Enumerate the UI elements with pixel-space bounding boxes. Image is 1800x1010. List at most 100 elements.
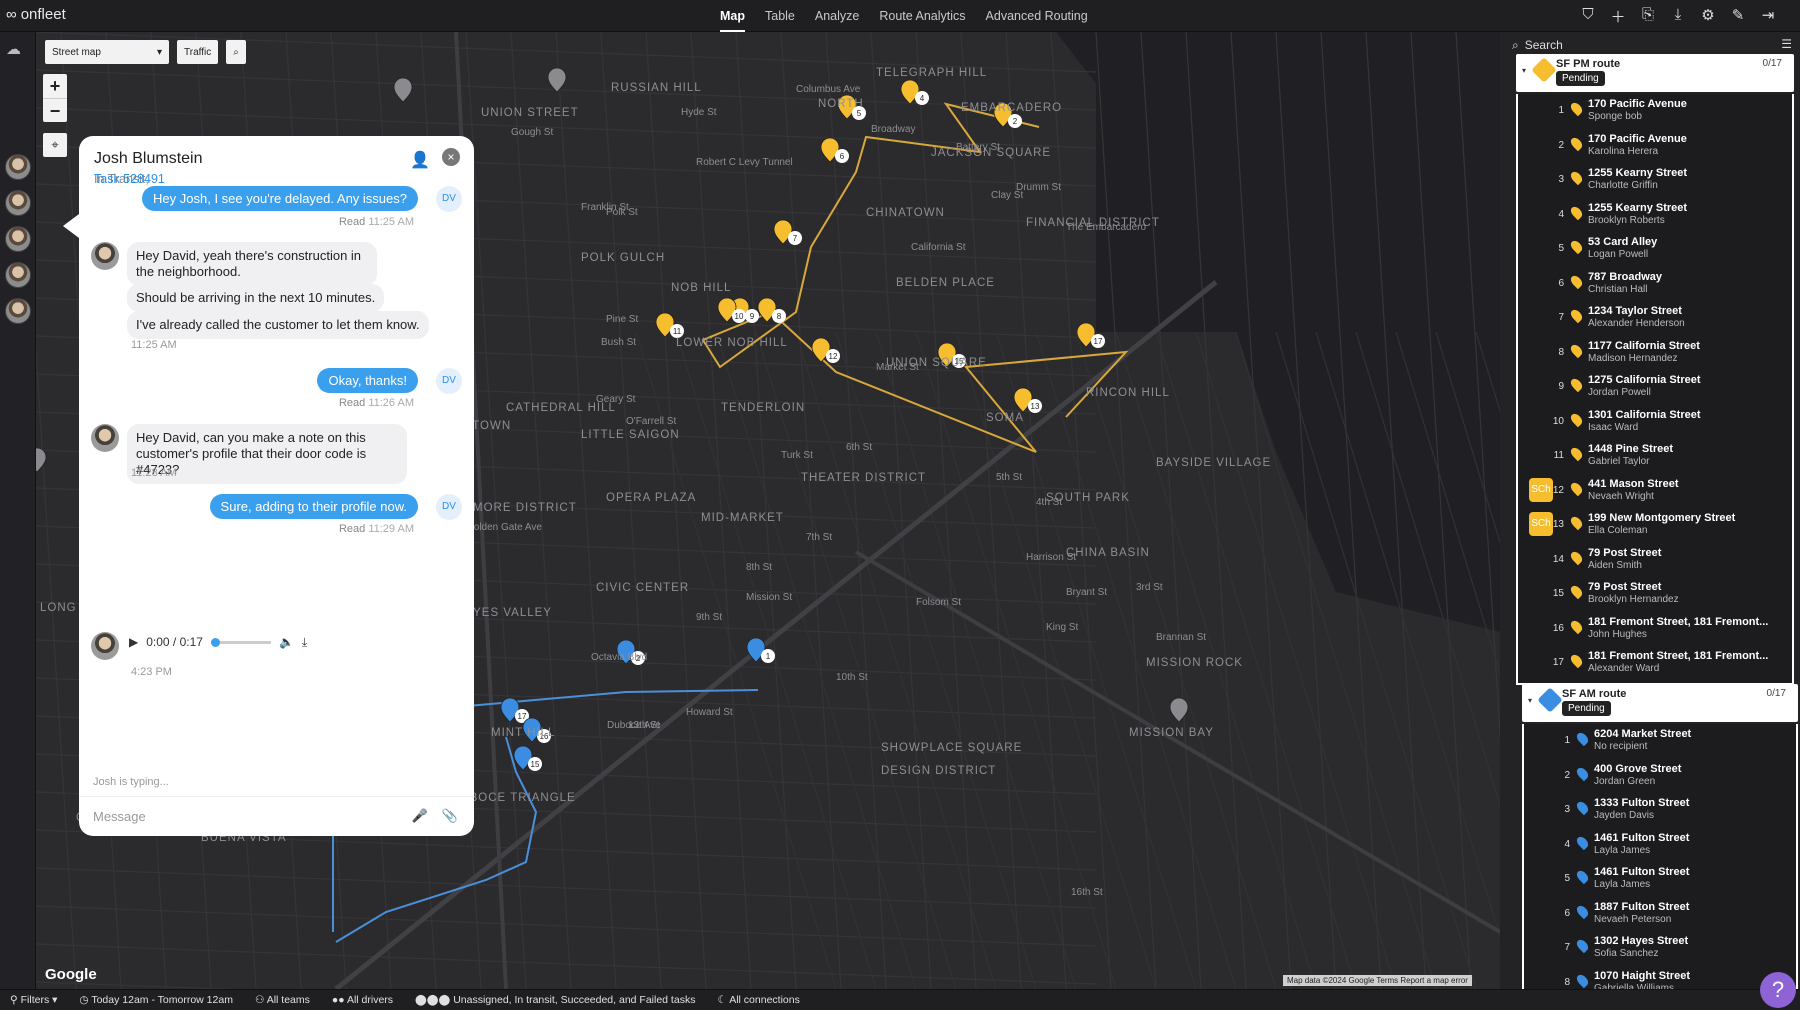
- message-time: 11:25 AM: [131, 339, 177, 351]
- task-row[interactable]: 5 53 Card Alley Logan Powell: [1518, 232, 1796, 266]
- location-pin-icon: [1568, 238, 1585, 255]
- filters-button[interactable]: ⚲ Filters ▾: [10, 994, 57, 1006]
- audio-scrubber[interactable]: [210, 637, 220, 647]
- audio-progress[interactable]: [210, 637, 271, 647]
- neighborhood-label: MID-MARKET: [701, 512, 784, 524]
- task-number: 1: [1558, 105, 1564, 116]
- collapse-caret-icon[interactable]: ▾: [1528, 696, 1532, 705]
- date-label: Today 12am - Tomorrow 12am: [91, 994, 233, 1006]
- download-icon[interactable]: ⤓: [302, 635, 307, 650]
- task-row[interactable]: 8 1177 California Street Madison Hernand…: [1518, 336, 1796, 370]
- task-row[interactable]: 3 1255 Kearny Street Charlotte Griffin: [1518, 163, 1796, 197]
- task-row[interactable]: 11 1448 Pine Street Gabriel Taylor: [1518, 439, 1796, 473]
- task-row[interactable]: 1 6204 Market Street No recipient: [1524, 724, 1800, 758]
- task-row[interactable]: 1 170 Pacific Avenue Sponge bob: [1518, 94, 1796, 128]
- connections-label: All connections: [729, 994, 800, 1006]
- paperclip-icon[interactable]: 📎: [442, 808, 458, 824]
- gear-icon[interactable]: ⚙: [1698, 6, 1718, 27]
- connections-filter[interactable]: ☾ All connections: [717, 994, 799, 1006]
- location-pin-icon: [1568, 135, 1585, 151]
- play-icon[interactable]: ▶: [129, 635, 138, 649]
- read-time: 11:29 AM: [368, 523, 414, 535]
- filter-bar: ⚲ Filters ▾ ◷ Today 12am - Tomorrow 12am…: [0, 989, 1800, 1010]
- task-row[interactable]: 14 79 Post Street Aiden Smith: [1518, 543, 1796, 577]
- location-pin-icon: [1574, 730, 1591, 747]
- task-row[interactable]: 6 787 Broadway Christian Hall: [1518, 267, 1796, 301]
- import-icon[interactable]: ⎘: [1638, 6, 1658, 27]
- cloud-clock-icon[interactable]: ☁: [6, 40, 21, 58]
- tab-route-analytics[interactable]: Route Analytics: [879, 0, 965, 32]
- map-search-button[interactable]: ⌕: [226, 40, 246, 64]
- list-menu-icon[interactable]: ☰: [1781, 37, 1792, 51]
- street-label: Market St: [876, 362, 919, 373]
- task-recipient: Jordan Green: [1594, 775, 1656, 787]
- task-row[interactable]: SCh 12 441 Mason Street Nevaeh Wright: [1518, 474, 1796, 508]
- task-row[interactable]: 15 79 Post Street Brooklyn Hernandez: [1518, 577, 1796, 611]
- street-label: Bush St: [601, 337, 637, 348]
- task-row[interactable]: 9 1275 California Street Jordan Powell: [1518, 370, 1796, 404]
- map-type-select[interactable]: Street map ▾: [45, 40, 169, 64]
- voice-message: ▶ 0:00 / 0:17 🔈 ⤓: [129, 628, 349, 656]
- task-row[interactable]: 2 170 Pacific Avenue Karolina Herera: [1518, 129, 1796, 163]
- task-row[interactable]: 10 1301 California Street Isaac Ward: [1518, 405, 1796, 439]
- task-row[interactable]: 6 1887 Fulton Street Nevaeh Peterson: [1524, 897, 1800, 931]
- teams-filter[interactable]: ⚇ All teams: [255, 994, 310, 1006]
- status-badge: Pending: [1556, 71, 1605, 86]
- tab-advanced-routing[interactable]: Advanced Routing: [986, 0, 1088, 32]
- message-input[interactable]: Message 🎤 📎: [79, 796, 474, 836]
- zoom-in-button[interactable]: +: [43, 74, 67, 98]
- driver-avatar[interactable]: [5, 298, 31, 324]
- microphone-icon[interactable]: 🎤: [412, 808, 428, 824]
- drivers-filter[interactable]: ●● All drivers: [332, 994, 393, 1006]
- task-row[interactable]: 7 1234 Taylor Street Alexander Henderson: [1518, 301, 1796, 335]
- volume-icon[interactable]: 🔈: [279, 635, 294, 649]
- task-row[interactable]: 4 1255 Kearny Street Brooklyn Roberts: [1518, 198, 1796, 232]
- date-filter[interactable]: ◷ Today 12am - Tomorrow 12am: [79, 994, 233, 1006]
- panel-search[interactable]: ⌕ Search ☰: [1512, 34, 1792, 56]
- neighborhood-label: CHINATOWN: [866, 207, 945, 219]
- close-icon[interactable]: ×: [442, 148, 460, 166]
- street-line: [755, 331, 957, 989]
- task-state-filter[interactable]: ⬤⬤⬤ Unassigned, In transit, Succeeded, a…: [415, 994, 695, 1006]
- collapse-caret-icon[interactable]: ▾: [1522, 66, 1526, 75]
- location-pin-icon: [1568, 480, 1585, 496]
- download-icon[interactable]: ⤓: [1668, 6, 1688, 27]
- task-row[interactable]: 7 1302 Hayes Street Sofia Sanchez: [1524, 931, 1800, 965]
- tab-analyze[interactable]: Analyze: [815, 0, 859, 32]
- search-input[interactable]: Search: [1525, 38, 1563, 52]
- zoom-out-button[interactable]: −: [43, 98, 67, 122]
- task-row[interactable]: 5 1461 Fulton Street Layla James: [1524, 862, 1800, 896]
- person-icon[interactable]: 👤: [410, 150, 430, 170]
- route-header[interactable]: ▾ SF PM route 0/17 Pending: [1516, 54, 1794, 92]
- map-attribution[interactable]: Map data ©2024 Google Terms Report a map…: [1283, 975, 1472, 986]
- clock-icon: ◷: [79, 994, 89, 1006]
- location-pin-icon: [1568, 307, 1585, 324]
- task-row[interactable]: 16 181 Fremont Street, 181 Fremont... Jo…: [1518, 612, 1796, 646]
- route-header[interactable]: ▾ SF AM route 0/17 Pending: [1522, 684, 1798, 722]
- driver-avatar[interactable]: [5, 190, 31, 216]
- onfleet-logo[interactable]: ∞ onfleet: [6, 6, 66, 23]
- tab-map[interactable]: Map: [720, 0, 745, 32]
- logout-icon[interactable]: ⇥: [1758, 6, 1778, 27]
- task-row[interactable]: 17 181 Fremont Street, 181 Fremont... Al…: [1518, 646, 1796, 680]
- task-number: 14: [1552, 553, 1564, 565]
- plus-icon[interactable]: ＋: [1608, 6, 1628, 27]
- task-row[interactable]: SCh 13 199 New Montgomery Street Ella Col…: [1518, 508, 1796, 542]
- driver-avatar[interactable]: [5, 226, 31, 252]
- driver-avatar[interactable]: [5, 262, 31, 288]
- locate-button[interactable]: ⌖: [43, 133, 67, 157]
- task-row[interactable]: 3 1333 Fulton Street Jayden Davis: [1524, 793, 1800, 827]
- task-address: 1177 California Street: [1588, 339, 1700, 352]
- wrench-icon[interactable]: ✎: [1728, 6, 1748, 27]
- help-button[interactable]: ?: [1760, 972, 1796, 1008]
- traffic-button[interactable]: Traffic: [177, 40, 219, 64]
- tab-table[interactable]: Table: [765, 0, 795, 32]
- route-icon[interactable]: ⛉: [1578, 6, 1598, 27]
- pins-icon: ⬤⬤⬤: [415, 994, 451, 1006]
- chat-pointer: [63, 214, 79, 238]
- driver-avatar[interactable]: [5, 154, 31, 180]
- task-row[interactable]: 2 400 Grove Street Jordan Green: [1524, 759, 1800, 793]
- task-row[interactable]: 4 1461 Fulton Street Layla James: [1524, 828, 1800, 862]
- task-address: 1887 Fulton Street: [1594, 900, 1690, 913]
- street-line: [645, 32, 707, 989]
